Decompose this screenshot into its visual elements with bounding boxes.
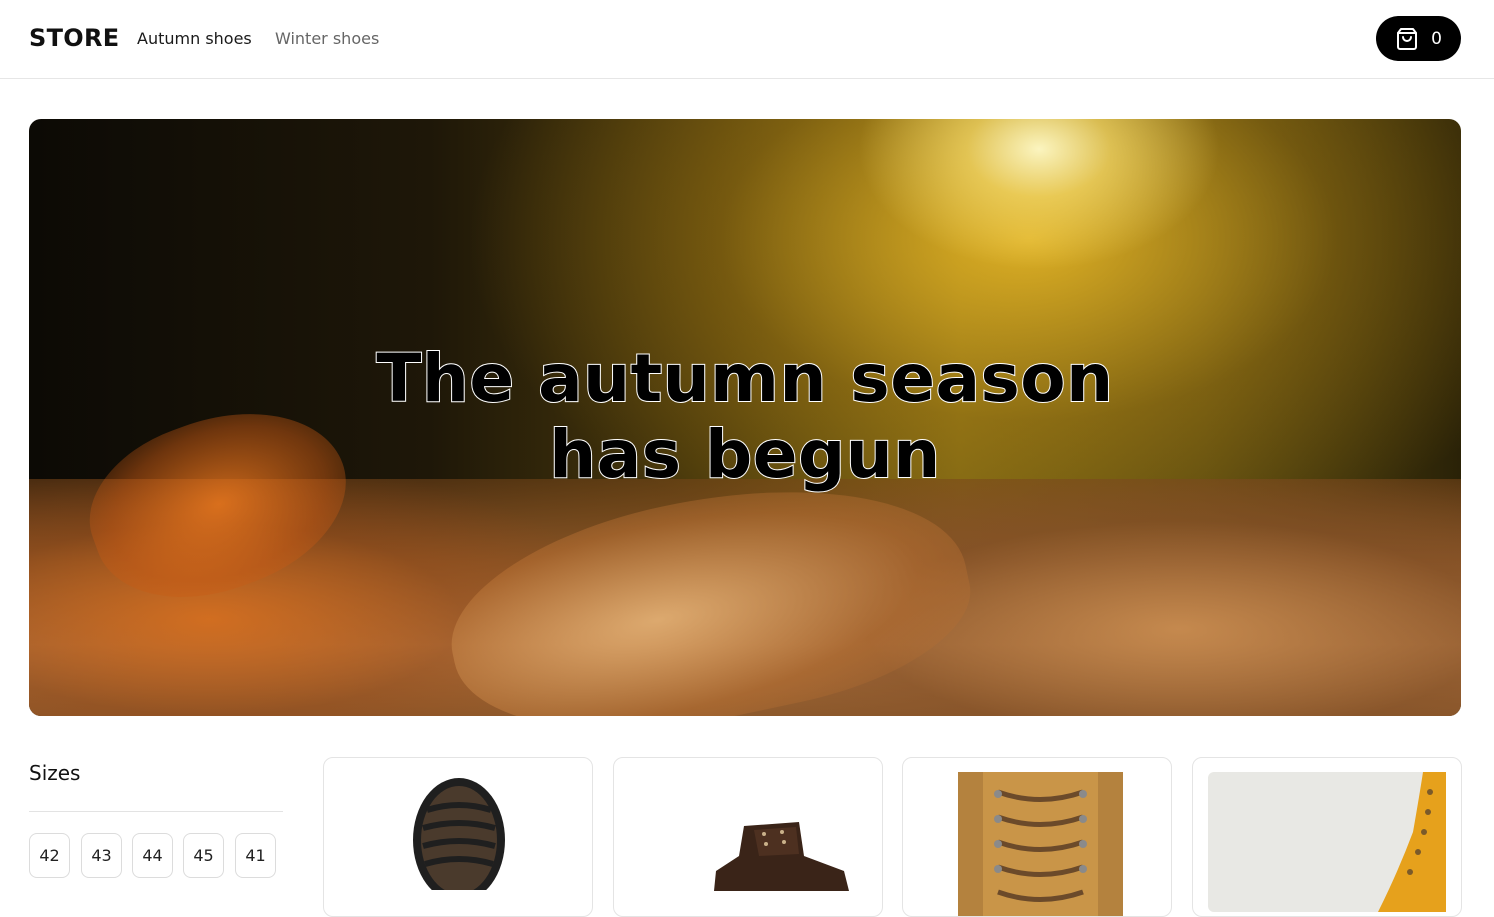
brown-leather-boot-image	[714, 822, 849, 891]
nav-winter-shoes[interactable]: Winter shoes	[275, 29, 379, 48]
cart-button[interactable]: 0	[1376, 16, 1461, 61]
tan-work-boot-laces-image	[958, 772, 1123, 916]
size-option-42[interactable]: 42	[29, 833, 70, 878]
nav-autumn-shoes[interactable]: Autumn shoes	[137, 29, 252, 48]
size-option-43[interactable]: 43	[81, 833, 122, 878]
size-option-45[interactable]: 45	[183, 833, 224, 878]
shopping-bag-icon	[1395, 27, 1419, 51]
hero-title-line-1: The autumn season	[375, 340, 1114, 418]
size-option-44[interactable]: 44	[132, 833, 173, 878]
product-card[interactable]	[1192, 757, 1462, 917]
site-header: STORE Autumn shoes Winter shoes 0	[0, 0, 1494, 79]
store-logo[interactable]: STORE	[29, 24, 119, 52]
yellow-boot-image	[1208, 772, 1446, 912]
product-card[interactable]	[902, 757, 1172, 917]
hero-banner: The autumn season has begun	[29, 119, 1461, 716]
product-card[interactable]	[613, 757, 883, 917]
size-option-41[interactable]: 41	[235, 833, 276, 878]
cart-count: 0	[1431, 28, 1442, 49]
sizes-heading: Sizes	[29, 761, 81, 785]
shoe-sole-image	[413, 778, 505, 890]
hero-title-line-2: has begun	[548, 416, 941, 494]
product-card[interactable]	[323, 757, 593, 917]
sizes-divider	[29, 811, 283, 812]
hero-title: The autumn season has begun	[29, 340, 1461, 494]
